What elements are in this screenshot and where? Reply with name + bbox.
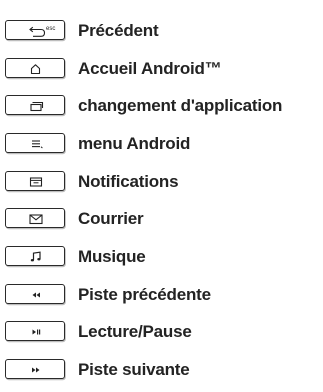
music-key <box>5 246 65 266</box>
home-key <box>5 58 65 78</box>
legend-row-home: Accueil Android™ <box>0 54 323 84</box>
next-track-key <box>5 359 65 379</box>
label-home: Accueil Android™ <box>78 59 222 78</box>
play-pause-key <box>5 321 65 341</box>
label-menu: menu Android <box>78 134 191 153</box>
notifications-key <box>5 171 65 191</box>
esc-key-text: esc <box>46 26 55 32</box>
play-pause-icon <box>32 329 41 335</box>
back-key: esc <box>5 20 65 40</box>
recent-apps-icon <box>30 101 44 112</box>
key-legend: esc Précédent Accueil Android™ changemen… <box>0 0 323 392</box>
recent-apps-key <box>5 95 65 115</box>
previous-track-key <box>5 284 65 304</box>
label-play-pause: Lecture/Pause <box>78 322 192 341</box>
home-icon <box>30 64 41 75</box>
legend-row-next-track: Piste suivante <box>0 355 323 385</box>
menu-icon <box>32 140 43 149</box>
legend-row-music: Musique <box>0 242 323 272</box>
previous-track-icon <box>32 292 40 298</box>
legend-row-back: esc Précédent <box>0 16 323 46</box>
legend-row-menu: menu Android <box>0 129 323 159</box>
label-music: Musique <box>78 247 146 266</box>
notifications-icon <box>29 177 43 187</box>
legend-row-notifications: Notifications <box>0 167 323 197</box>
next-track-icon <box>32 367 40 373</box>
legend-row-mail: Courrier <box>0 204 323 234</box>
music-icon <box>30 251 41 262</box>
legend-row-previous-track: Piste précédente <box>0 280 323 310</box>
mail-icon <box>29 214 43 225</box>
mail-key <box>5 208 65 228</box>
menu-key <box>5 133 65 153</box>
back-esc-icon: esc <box>29 26 55 37</box>
label-notifications: Notifications <box>78 172 179 191</box>
label-recent-apps: changement d'application <box>78 96 283 115</box>
label-previous-track: Piste précédente <box>78 285 211 304</box>
label-back: Précédent <box>78 21 159 40</box>
legend-row-play-pause: Lecture/Pause <box>0 317 323 347</box>
label-mail: Courrier <box>78 209 144 228</box>
label-next-track: Piste suivante <box>78 360 190 379</box>
legend-row-recent-apps: changement d'application <box>0 91 323 121</box>
